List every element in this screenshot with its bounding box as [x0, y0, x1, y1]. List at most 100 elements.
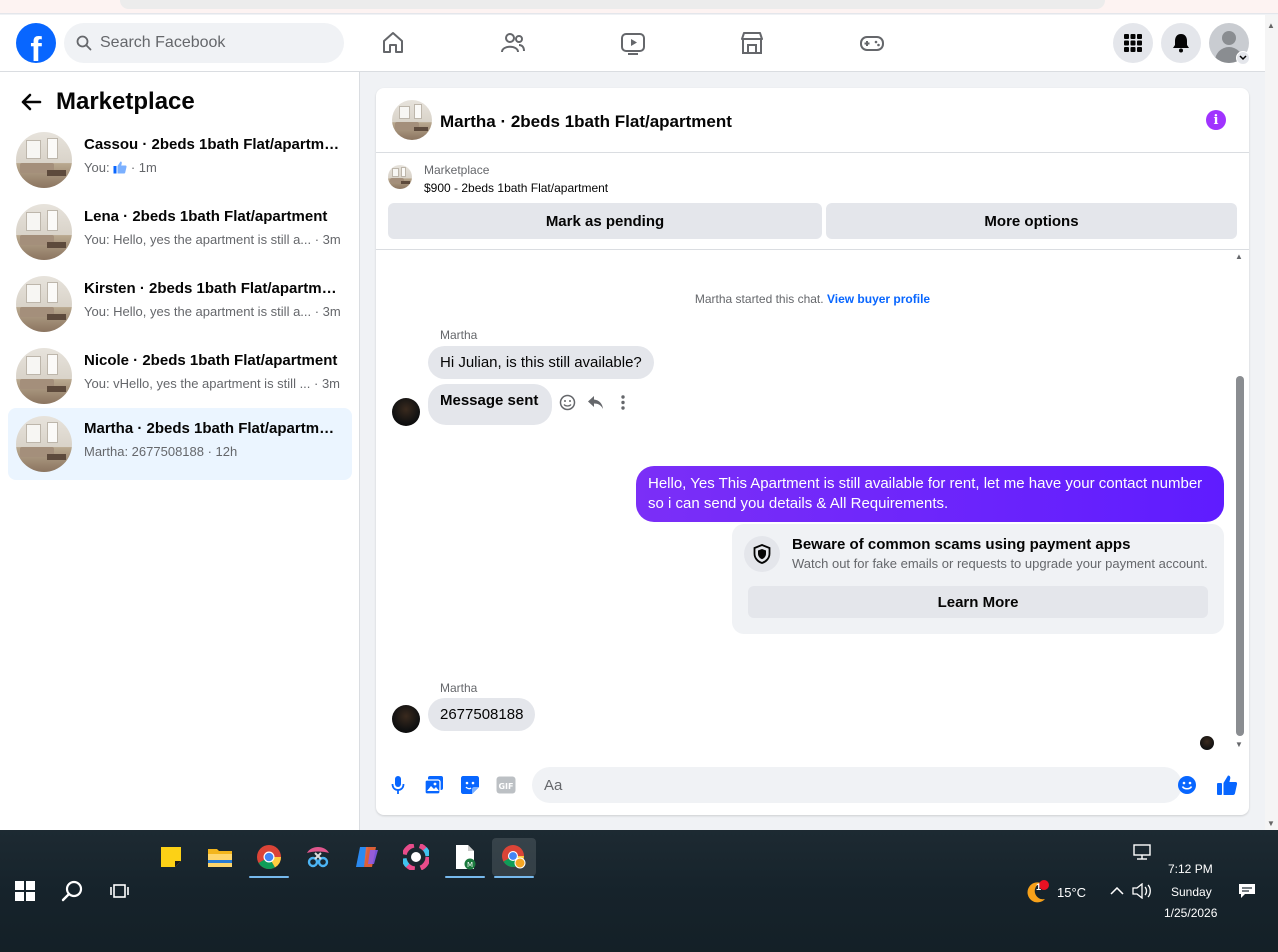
search-input[interactable]: [100, 34, 320, 52]
listing-source: Marketplace: [424, 163, 490, 177]
mark-as-pending-button[interactable]: Mark as pending: [388, 203, 822, 239]
emoji-icon[interactable]: [1176, 774, 1198, 796]
conversation-name: Nicole · 2beds 1bath Flat/apartment: [84, 352, 338, 369]
facebook-logo[interactable]: f: [16, 23, 56, 63]
svg-text:M: M: [467, 861, 473, 869]
clock-day[interactable]: Sunday: [1171, 885, 1212, 899]
marketplace-icon[interactable]: [738, 29, 766, 57]
page-scroll-up-arrow[interactable]: ▲: [1267, 21, 1275, 30]
more-vertical-icon[interactable]: [614, 393, 632, 411]
react-emoji-icon[interactable]: [558, 393, 576, 411]
weather-temp[interactable]: 15°C: [1057, 885, 1086, 900]
windows-start-icon[interactable]: [3, 872, 47, 910]
search-box[interactable]: [64, 23, 344, 63]
facebook-header: f: [0, 15, 1265, 72]
task-view-icon[interactable]: [98, 872, 142, 910]
listing-banner: Marketplace $900 - 2beds 1bath Flat/apar…: [376, 153, 1249, 250]
incoming-message[interactable]: Message sent: [428, 384, 553, 425]
listing-thumbnail: [16, 132, 72, 188]
chrome-profile-icon[interactable]: [492, 838, 536, 878]
microphone-icon[interactable]: [387, 774, 409, 796]
clock-time[interactable]: 7:12 PM: [1168, 862, 1213, 876]
warning-body: Watch out for fake emails or requests to…: [792, 556, 1208, 571]
scroll-down-arrow[interactable]: ▼: [1234, 740, 1244, 749]
chat-title[interactable]: Martha · 2beds 1bath Flat/apartment: [440, 112, 732, 132]
friends-icon[interactable]: [499, 29, 527, 57]
outgoing-message[interactable]: Hello, Yes This Apartment is still avail…: [636, 466, 1224, 522]
chevron-up-icon[interactable]: [1106, 880, 1128, 902]
sender-name: Martha: [440, 681, 478, 695]
message-input[interactable]: [532, 767, 1182, 803]
conversation-preview: You: vHello, yes the apartment is still …: [84, 376, 341, 391]
learn-more-button[interactable]: Learn More: [748, 586, 1208, 618]
gif-icon[interactable]: GIF: [495, 774, 517, 796]
chat-scrollbar-thumb[interactable]: [1236, 376, 1244, 736]
sender-avatar[interactable]: [392, 705, 420, 733]
chrome-icon[interactable]: [247, 838, 291, 878]
message-actions: [558, 393, 632, 411]
thumbs-up-icon[interactable]: [1216, 774, 1238, 796]
snipping-tool-icon[interactable]: [296, 838, 340, 876]
incoming-message[interactable]: Hi Julian, is this still available?: [428, 346, 654, 379]
browser-tab-strip: [0, 0, 1278, 14]
incoming-message[interactable]: 2677508188: [428, 698, 536, 731]
system-text: Martha started this chat.: [694, 292, 824, 306]
scam-warning-card: Beware of common scams using payment app…: [732, 524, 1224, 634]
conversation-item[interactable]: Cassou · 2beds 1bath Flat/apartment You:…: [8, 124, 352, 196]
home-icon[interactable]: [379, 29, 407, 57]
conversation-sidebar: Marketplace Cassou · 2beds 1bath Flat/ap…: [0, 72, 360, 830]
video-icon[interactable]: [619, 29, 647, 57]
sidebar-title: Marketplace: [56, 88, 195, 115]
thumbs-up-icon: [113, 161, 127, 174]
file-explorer-icon[interactable]: [198, 838, 242, 876]
photo-icon[interactable]: [423, 774, 445, 796]
seen-receipt-avatar: [1200, 736, 1214, 750]
notifications-bell-icon[interactable]: [1161, 23, 1201, 63]
chevron-down-icon[interactable]: [1236, 51, 1250, 65]
page-scroll-down-arrow[interactable]: ▼: [1267, 819, 1275, 828]
listing-thumbnail: [16, 416, 72, 472]
notification-center-icon[interactable]: [1234, 880, 1260, 902]
conversation-preview: Martha: 2677508188 · 12h: [84, 444, 238, 459]
view-buyer-profile-link[interactable]: View buyer profile: [827, 292, 930, 306]
conversation-item[interactable]: Nicole · 2beds 1bath Flat/apartment You:…: [8, 340, 352, 412]
search-icon: [76, 35, 92, 51]
windows-taskbar: M 1 15°C 7:12 PM Sunday 1/25/2026: [0, 830, 1278, 952]
weather-moon-icon[interactable]: [1016, 874, 1056, 910]
shield-icon: [744, 536, 780, 572]
sticky-notes-icon[interactable]: [149, 838, 193, 876]
page-scrollbar[interactable]: ▲ ▼: [1265, 15, 1278, 830]
conversation-name: Kirsten · 2beds 1bath Flat/apartment: [84, 280, 340, 297]
conversation-preview: You: Hello, yes the apartment is still a…: [84, 232, 341, 247]
sender-avatar[interactable]: [392, 398, 420, 426]
conversation-item-active[interactable]: Martha · 2beds 1bath Flat/apartment Mart…: [8, 408, 352, 480]
copilot-icon[interactable]: [345, 838, 389, 876]
network-icon[interactable]: [1120, 838, 1164, 866]
conversation-item[interactable]: Kirsten · 2beds 1bath Flat/apartment You…: [8, 268, 352, 340]
warning-title: Beware of common scams using payment app…: [792, 536, 1131, 553]
info-icon[interactable]: i: [1206, 110, 1226, 130]
reply-icon[interactable]: [586, 393, 604, 411]
preview-prefix: You:: [84, 160, 110, 175]
menu-grid-icon[interactable]: [1113, 23, 1153, 63]
address-bar[interactable]: [120, 0, 1105, 9]
back-arrow-icon[interactable]: [20, 91, 42, 113]
colorful-app-icon[interactable]: [394, 838, 438, 876]
listing-price[interactable]: $900 - 2beds 1bath Flat/apartment: [424, 181, 608, 195]
clock-date[interactable]: 1/25/2026: [1164, 906, 1217, 920]
volume-icon[interactable]: [1130, 880, 1154, 902]
chat-header: Martha · 2beds 1bath Flat/apartment i: [376, 88, 1249, 153]
conversation-item[interactable]: Lena · 2beds 1bath Flat/apartment You: H…: [8, 196, 352, 268]
listing-thumbnail: [16, 276, 72, 332]
gaming-icon[interactable]: [858, 29, 886, 57]
document-app-icon[interactable]: M: [443, 838, 487, 878]
listing-thumbnail[interactable]: [392, 100, 432, 140]
facebook-logo-letter: f: [30, 31, 42, 63]
more-options-button[interactable]: More options: [826, 203, 1237, 239]
chat-panel: Martha · 2beds 1bath Flat/apartment i Ma…: [376, 88, 1249, 815]
scroll-up-arrow[interactable]: ▲: [1234, 252, 1244, 261]
sticker-icon[interactable]: [459, 774, 481, 796]
sender-name: Martha: [440, 328, 478, 342]
search-icon[interactable]: [50, 872, 94, 910]
conversation-name: Cassou · 2beds 1bath Flat/apartment: [84, 136, 340, 153]
